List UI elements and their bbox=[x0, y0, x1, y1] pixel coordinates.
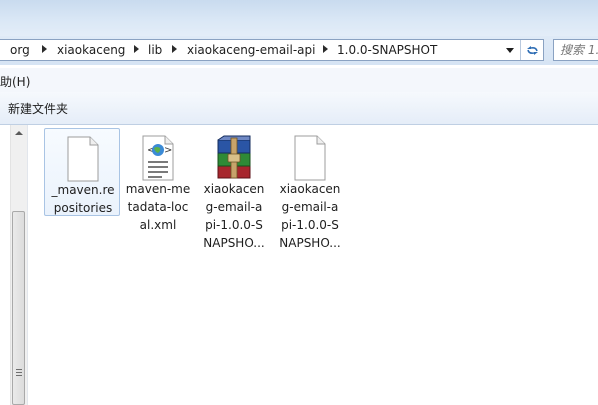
file-item[interactable]: < > maven-me tadata-loc al.xml bbox=[120, 128, 196, 232]
address-row: org xiaokaceng lib xiaokaceng-email-api … bbox=[0, 36, 598, 65]
scroll-up-arrow-icon[interactable] bbox=[11, 125, 27, 141]
scrollbar-thumb[interactable] bbox=[12, 211, 25, 405]
svg-text:>: > bbox=[164, 145, 172, 156]
breadcrumb-xiaokaceng[interactable]: xiaokaceng bbox=[57, 42, 125, 58]
blank-file-icon bbox=[67, 136, 99, 182]
refresh-icon bbox=[526, 45, 538, 55]
address-bar[interactable]: org xiaokaceng lib xiaokaceng-email-api … bbox=[0, 39, 544, 61]
breadcrumb-separator-icon[interactable] bbox=[42, 45, 47, 53]
command-toolbar: 新建文件夹 bbox=[0, 92, 598, 125]
nav-scrollbar[interactable] bbox=[10, 125, 27, 405]
breadcrumb-separator-icon[interactable] bbox=[134, 45, 139, 53]
search-box[interactable] bbox=[553, 39, 598, 61]
scroll-grip-icon bbox=[16, 369, 22, 378]
address-history-dropdown-icon[interactable] bbox=[500, 40, 520, 60]
menu-bar: 助(H) bbox=[0, 68, 598, 93]
menu-help[interactable]: 助(H) bbox=[0, 73, 30, 90]
breadcrumb-org[interactable]: org bbox=[10, 42, 30, 58]
navigation-pane bbox=[0, 125, 28, 405]
breadcrumb-separator-icon[interactable] bbox=[323, 45, 328, 53]
search-input[interactable] bbox=[560, 41, 598, 59]
window-title-bar bbox=[0, 0, 598, 36]
xml-globe-file-icon: < > bbox=[142, 135, 174, 181]
file-item[interactable]: xiaokacen g-email-a pi-1.0.0-S NAPSHO... bbox=[272, 128, 348, 250]
breadcrumb-lib[interactable]: lib bbox=[148, 42, 162, 58]
blank-file-icon bbox=[294, 135, 326, 181]
new-folder-button[interactable]: 新建文件夹 bbox=[8, 100, 68, 117]
refresh-button[interactable] bbox=[520, 40, 543, 60]
file-name: xiaokacen g-email-a pi-1.0.0-S NAPSHO... bbox=[279, 182, 341, 250]
file-name: xiaokacen g-email-a pi-1.0.0-S NAPSHO... bbox=[203, 182, 265, 250]
winrar-archive-icon bbox=[217, 135, 251, 179]
breadcrumb-separator-icon[interactable] bbox=[172, 45, 177, 53]
file-item[interactable]: _maven.re positories bbox=[44, 128, 120, 216]
breadcrumb-xiaokaceng-email-api[interactable]: xiaokaceng-email-api bbox=[187, 42, 315, 58]
breadcrumb-version[interactable]: 1.0.0-SNAPSHOT bbox=[337, 42, 437, 58]
file-name: _maven.re positories bbox=[51, 183, 115, 215]
file-item[interactable]: xiaokacen g-email-a pi-1.0.0-S NAPSHO... bbox=[196, 128, 272, 250]
file-name: maven-me tadata-loc al.xml bbox=[125, 182, 191, 232]
